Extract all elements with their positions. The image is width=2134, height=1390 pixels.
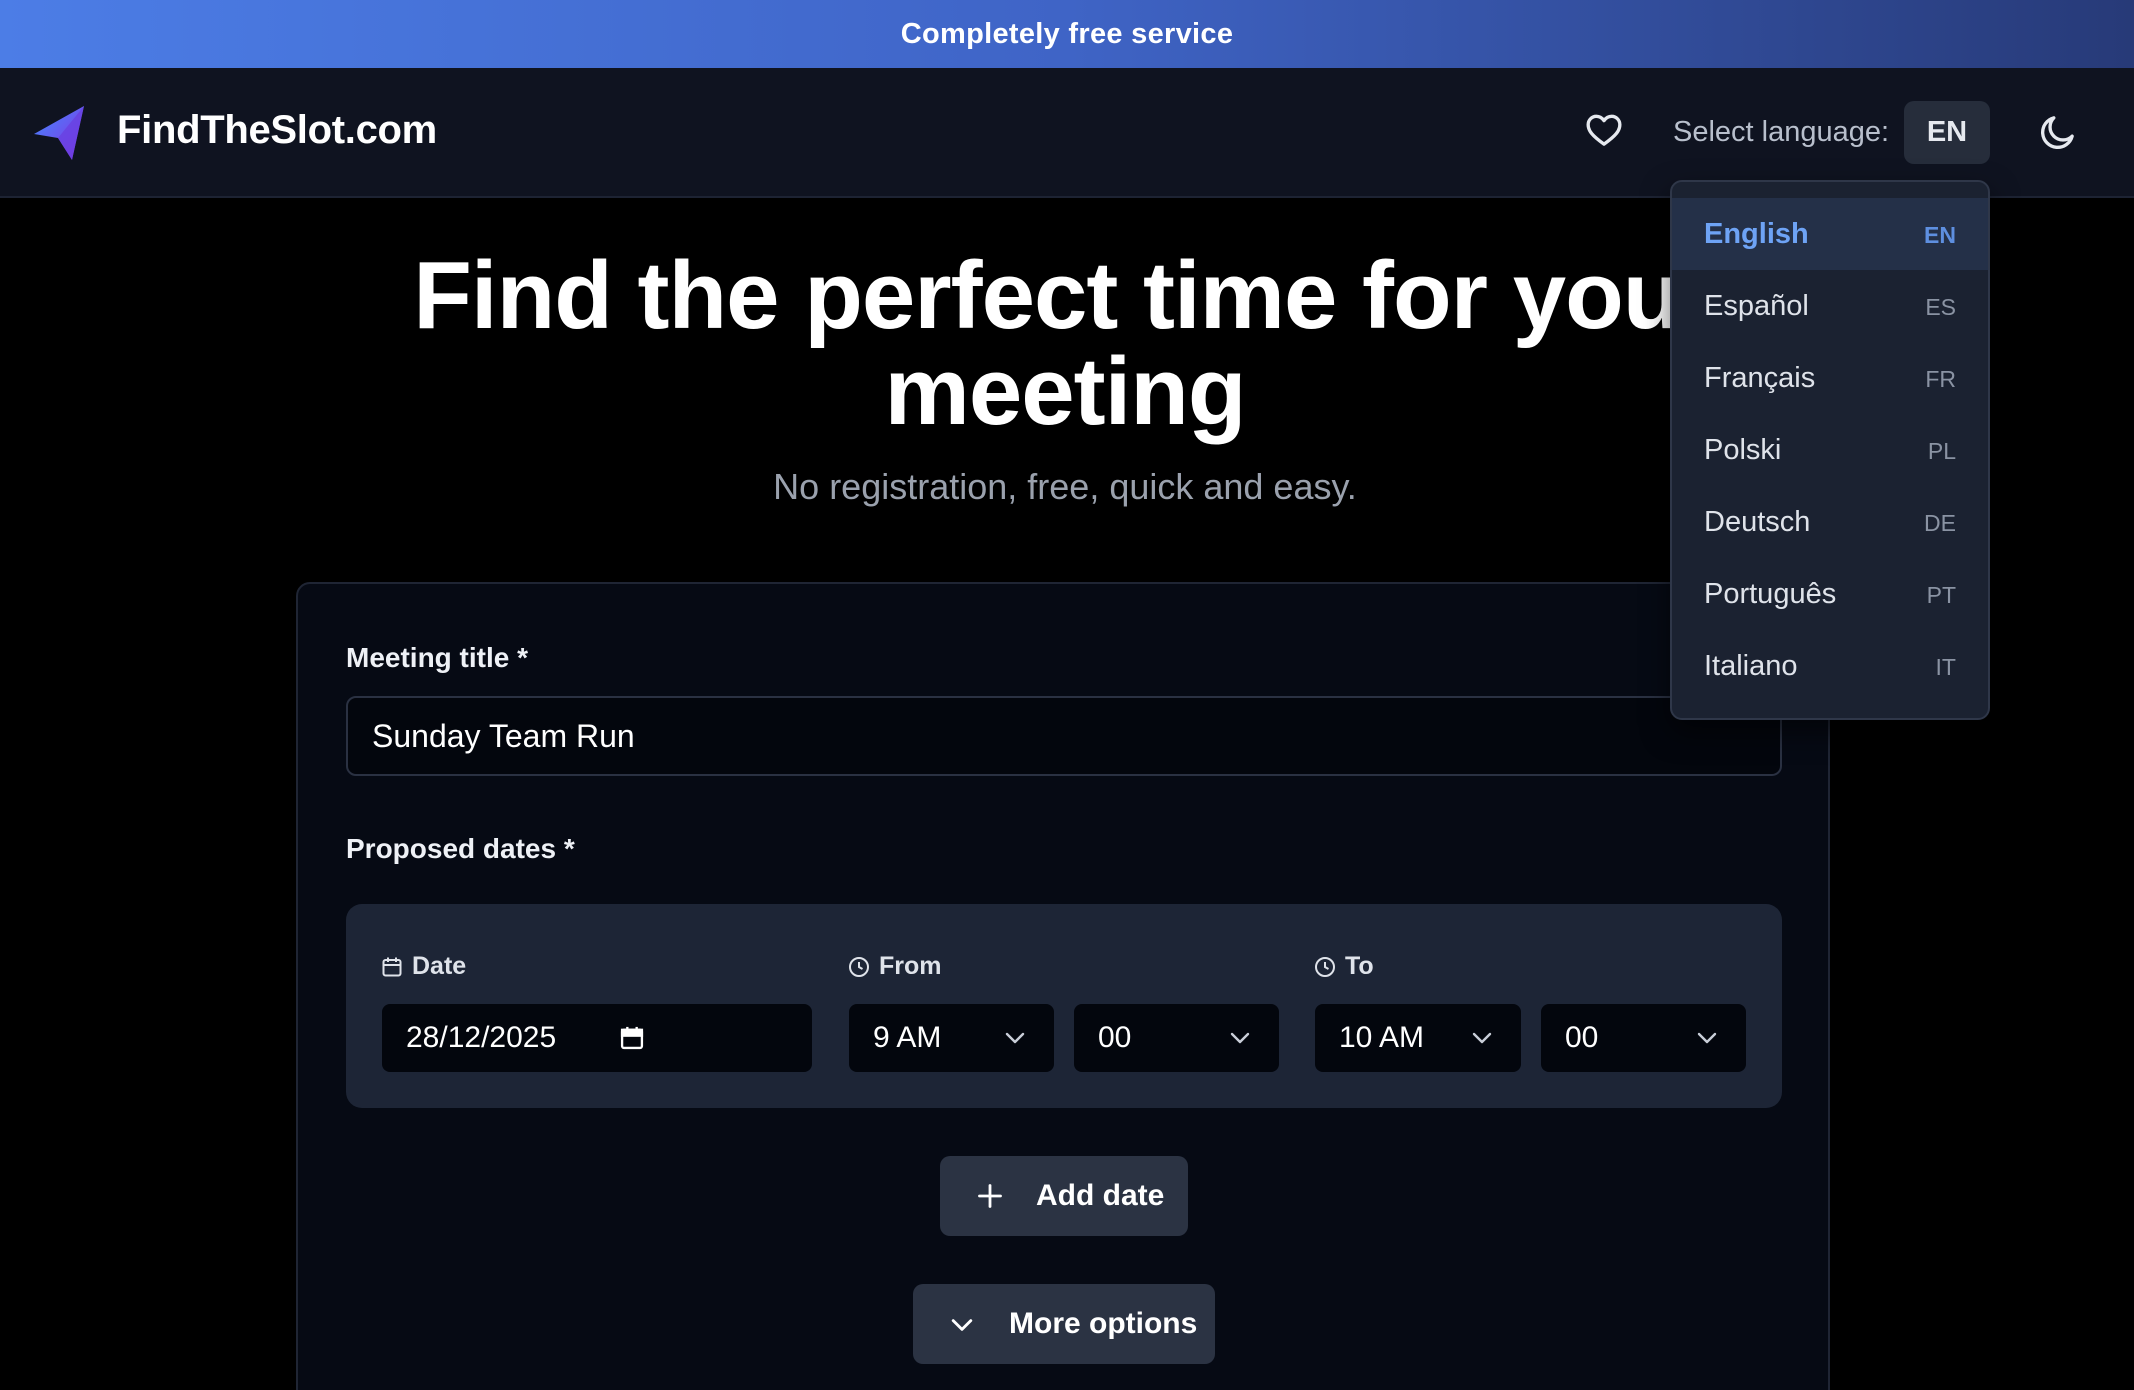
page-subtitle: No registration, free, quick and easy. (773, 466, 1357, 507)
language-option-name: Deutsch (1704, 506, 1811, 538)
more-options-button[interactable]: More options (913, 1284, 1215, 1364)
chevron-down-icon (1005, 1032, 1025, 1044)
chevron-down-icon (1472, 1032, 1492, 1044)
language-option-code: EN (1924, 222, 1956, 248)
language-option-code: PT (1926, 582, 1956, 608)
to-label-text: To (1345, 952, 1374, 980)
add-date-button[interactable]: Add date (940, 1156, 1188, 1236)
add-date-label: Add date (1036, 1179, 1165, 1212)
language-option-name: Français (1704, 362, 1816, 394)
language-option-name: English (1704, 218, 1809, 250)
to-minute-value: 00 (1565, 1021, 1599, 1054)
from-minute-select[interactable]: 00 (1074, 1004, 1279, 1072)
brand-name[interactable]: FindTheSlot.com (117, 108, 437, 153)
chevron-down-icon (951, 1319, 973, 1331)
language-option-name: Polski (1704, 434, 1782, 466)
paper-plane-icon[interactable] (32, 102, 88, 164)
language-option-portuguese[interactable]: Português PT (1672, 558, 1988, 630)
from-hour-value: 9 AM (873, 1021, 942, 1054)
plus-icon (978, 1184, 1002, 1208)
language-option-name: Italiano (1704, 650, 1798, 682)
from-label-text: From (879, 952, 942, 980)
date-field-label: Date (380, 952, 466, 981)
more-options-label: More options (1009, 1307, 1198, 1340)
moon-icon[interactable] (2038, 112, 2078, 152)
app-root: Completely free service FindTheSlot.com … (0, 0, 2134, 1390)
chevron-down-icon (1230, 1032, 1250, 1044)
language-option-name: Español (1704, 290, 1809, 322)
promo-banner: Completely free service (0, 0, 2134, 68)
meeting-title-label: Meeting title * (346, 642, 529, 673)
to-minute-select[interactable]: 00 (1541, 1004, 1746, 1072)
language-option-name: Português (1704, 578, 1837, 610)
language-dropdown: English EN Español ES Français FR Polski… (1670, 180, 1990, 720)
from-minute-value: 00 (1098, 1021, 1132, 1054)
from-hour-select[interactable]: 9 AM (849, 1004, 1054, 1072)
from-field-label: From (847, 952, 942, 981)
to-field-label: To (1313, 952, 1374, 981)
language-option-french[interactable]: Français FR (1672, 342, 1988, 414)
language-option-english[interactable]: English EN (1672, 198, 1988, 270)
clock-icon (1315, 956, 1335, 977)
to-hour-value: 10 AM (1339, 1021, 1425, 1054)
language-select-button[interactable]: EN (1904, 101, 1990, 164)
language-option-code: DE (1924, 510, 1956, 536)
language-option-spanish[interactable]: Español ES (1672, 270, 1988, 342)
calendar-picker-icon[interactable] (618, 1024, 646, 1052)
language-option-code: PL (1927, 438, 1956, 464)
language-option-code: ES (1925, 294, 1956, 320)
heart-icon[interactable] (1584, 110, 1624, 150)
language-option-polish[interactable]: Polski PL (1672, 414, 1988, 486)
promo-banner-text: Completely free service (900, 17, 1234, 50)
calendar-icon (382, 957, 402, 976)
chevron-down-icon (1697, 1032, 1717, 1044)
language-label: Select language: (1673, 116, 1890, 148)
page-title: Find the perfect time for your meeting (413, 242, 1717, 445)
language-option-code: FR (1925, 366, 1956, 392)
to-hour-select[interactable]: 10 AM (1315, 1004, 1521, 1072)
language-option-code: IT (1935, 654, 1956, 680)
top-header: FindTheSlot.com Select language: EN (0, 68, 2134, 198)
meeting-title-input[interactable] (346, 696, 1782, 776)
date-input[interactable]: 28/12/2025 (382, 1004, 812, 1072)
language-option-italian[interactable]: Italiano IT (1672, 630, 1988, 702)
language-option-german[interactable]: Deutsch DE (1672, 486, 1988, 558)
date-value: 28/12/2025 (406, 1021, 557, 1054)
proposed-dates-label: Proposed dates * (346, 833, 575, 864)
date-label-text: Date (412, 952, 467, 980)
clock-icon (849, 956, 869, 977)
